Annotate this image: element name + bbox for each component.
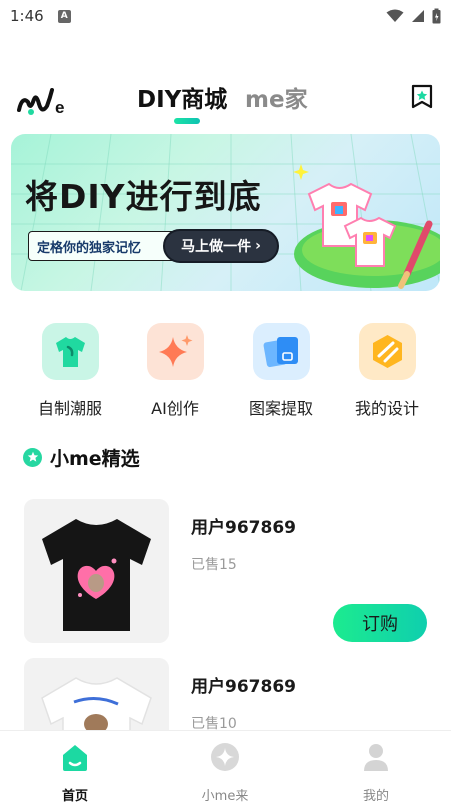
quick-menu-label: 我的设计 <box>354 399 419 418</box>
nav-label: 首页 <box>61 789 88 803</box>
tshirt-icon <box>41 323 99 380</box>
notification-icon: A <box>57 9 71 23</box>
bottom-navigation: 首页 小me来 我的 <box>0 730 451 803</box>
promo-banner[interactable]: 将DIY进行到底 定格你的独家记忆 马上做一件 › <box>11 134 440 291</box>
banner-cta-label: 马上做一件 <box>181 239 252 255</box>
quick-menu-my-designs[interactable]: 我的设计 <box>337 323 437 419</box>
nav-mine[interactable]: 我的 <box>326 741 426 803</box>
banner-subtext: 定格你的独家记忆 <box>37 241 142 256</box>
tab-diy-mall[interactable]: DIY商城 <box>137 80 227 114</box>
chevron-right-icon: › <box>255 238 261 254</box>
section-title: 小me精选 <box>50 447 140 470</box>
hexagon-design-icon <box>358 323 416 380</box>
banner-cta-button[interactable]: 马上做一件 › <box>163 229 279 263</box>
product-image[interactable] <box>24 499 169 643</box>
tab-me-home[interactable]: me家 <box>245 80 308 114</box>
active-tab-indicator <box>174 118 200 124</box>
quick-menu-label: 图案提取 <box>248 399 313 418</box>
user-icon <box>364 744 388 771</box>
wifi-icon <box>386 9 404 22</box>
top-header: e DIY商城 me家 <box>0 74 451 130</box>
product-card[interactable]: 用户967869 已售15 订购 <box>24 499 434 645</box>
tshirts-illustration <box>293 164 440 289</box>
order-button[interactable]: 订购 <box>333 604 427 642</box>
compass-star-icon <box>211 743 239 771</box>
status-icons <box>386 8 441 24</box>
banner-headline: 将DIY进行到底 <box>25 177 262 216</box>
home-icon <box>63 745 87 771</box>
nav-label: 我的 <box>362 789 389 803</box>
status-bar: 1:46 A <box>0 0 451 32</box>
svg-text:e: e <box>55 98 64 117</box>
quick-menu-pattern-extract[interactable]: 图案提取 <box>231 323 331 419</box>
status-time: 1:46 <box>10 7 44 25</box>
nav-home[interactable]: 首页 <box>25 741 125 803</box>
quick-menu-label: 自制潮服 <box>37 399 102 418</box>
battery-icon <box>432 8 441 24</box>
bookmark-star-icon[interactable] <box>410 84 434 110</box>
product-name: 用户967869 <box>191 518 296 538</box>
signal-icon <box>412 10 424 22</box>
nav-xiaome[interactable]: 小me来 <box>175 741 275 803</box>
quick-menu-label: AI创作 <box>151 399 199 418</box>
section-header: 小me精选 <box>23 444 140 470</box>
sparkle-icon <box>146 323 204 380</box>
nav-label: 小me来 <box>201 789 249 803</box>
star-badge-icon <box>23 447 42 467</box>
quick-menu-custom-apparel[interactable]: 自制潮服 <box>20 323 120 419</box>
cards-icon <box>252 323 310 380</box>
product-sold-count: 已售15 <box>191 557 237 573</box>
product-name: 用户967869 <box>191 677 296 697</box>
quick-menu: 自制潮服 AI创作 图案提取 我的设计 <box>0 323 451 423</box>
quick-menu-ai-create[interactable]: AI创作 <box>125 323 225 419</box>
me-logo[interactable]: e <box>16 80 72 120</box>
